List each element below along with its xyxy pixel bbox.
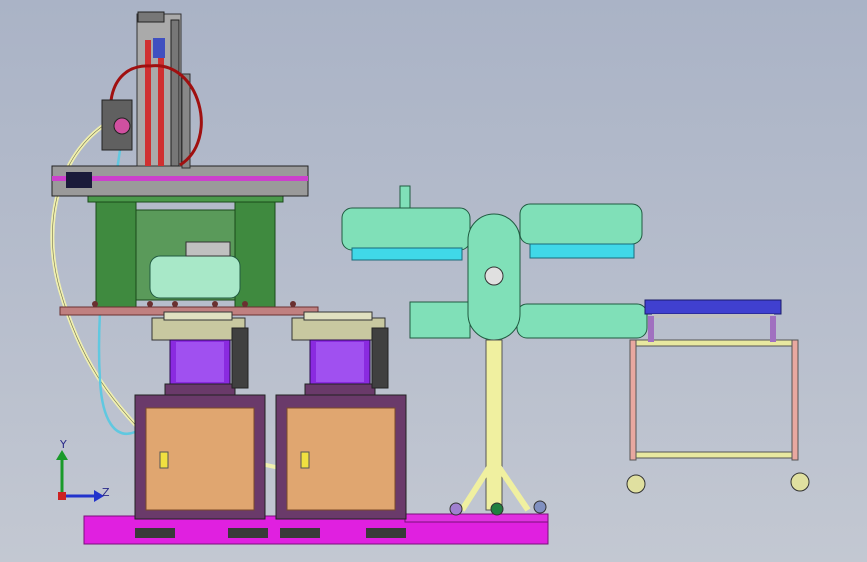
bowl-feeder-left bbox=[151, 311, 249, 397]
cylinder-blue-block bbox=[153, 38, 165, 58]
cylinder-rod-gray bbox=[170, 19, 180, 167]
transfer-arm bbox=[341, 185, 648, 341]
cad-viewport[interactable]: Y Z bbox=[0, 0, 867, 562]
cylinder-rod-red-2 bbox=[158, 40, 164, 166]
x-axis-marker bbox=[58, 492, 66, 500]
foot-purple bbox=[449, 502, 463, 516]
bracket-top bbox=[185, 241, 231, 257]
z-axis-label: Z bbox=[102, 486, 110, 499]
cylinder-rod-red-1 bbox=[145, 40, 151, 166]
conveyor-housing bbox=[149, 255, 241, 299]
cabinet-right bbox=[275, 394, 407, 520]
bowl-feeder-right bbox=[291, 311, 389, 397]
base-plate-step bbox=[404, 513, 549, 523]
foot-green bbox=[490, 502, 504, 516]
machine-assembly-model[interactable] bbox=[0, 0, 867, 562]
support-post bbox=[485, 339, 503, 511]
y-axis-label: Y bbox=[60, 438, 67, 451]
cylinder-top-cap bbox=[137, 11, 165, 23]
gripper-ring bbox=[113, 117, 131, 135]
foot-blue bbox=[533, 500, 547, 514]
frame-leg-left bbox=[95, 197, 137, 311]
gantry-rail-slot bbox=[66, 172, 92, 188]
frame-leg-right bbox=[234, 197, 276, 311]
cabinet-left bbox=[134, 394, 266, 520]
side-rail bbox=[181, 73, 191, 169]
coordinate-triad: Y Z bbox=[50, 438, 120, 510]
y-axis-arrow-head bbox=[56, 450, 68, 460]
transfer-cart bbox=[626, 299, 810, 494]
